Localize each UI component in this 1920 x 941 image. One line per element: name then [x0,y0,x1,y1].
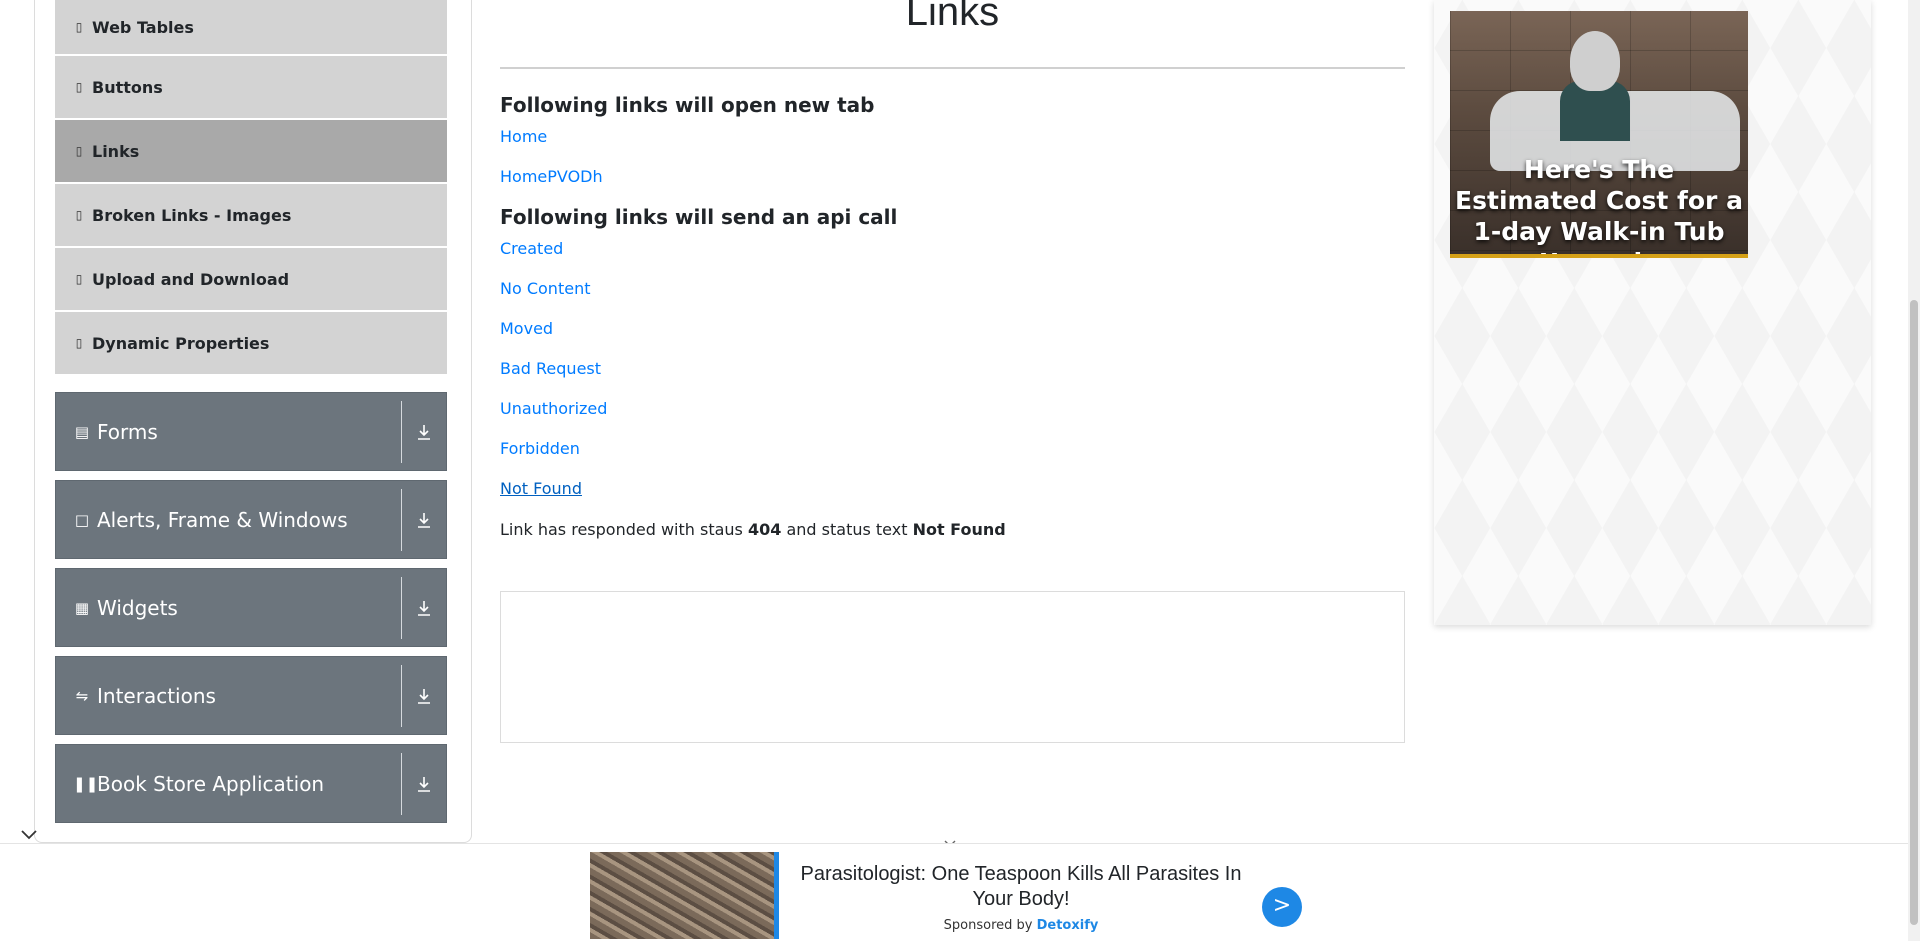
download-arrow-icon[interactable] [402,422,446,442]
api-call-heading: Following links will send an api call [500,205,898,229]
response-status-text: Not Found [912,520,1006,539]
page-icon: ▯ [75,336,83,350]
download-arrow-icon[interactable] [402,598,446,618]
menu-item-upload-download[interactable]: ▯ Upload and Download [55,248,447,310]
link-created[interactable]: Created [500,239,563,258]
books-icon: ❚❚ [73,774,99,793]
menu-item-broken-links[interactable]: ▯ Broken Links - Images [55,184,447,246]
divider [401,576,402,639]
download-arrow-icon[interactable] [402,774,446,794]
group-label: Forms [97,419,158,444]
window-icon: □ [74,510,90,529]
page-icon: ▯ [75,80,83,94]
link-moved[interactable]: Moved [500,319,553,338]
ad-image[interactable]: Here's The Estimated Cost for a 1-day Wa… [1450,11,1748,258]
elements-menu-list: ▯ Web Tables ▯ Buttons ▯ Links ▯ Broken … [55,0,447,376]
download-arrow-icon[interactable] [402,510,446,530]
widgets-icon: ▦ [74,598,90,617]
divider [401,400,402,463]
response-status-code: 404 [747,520,782,539]
divider [401,488,402,551]
bottom-ad[interactable]: Parasitologist: One Teaspoon Kills All P… [590,852,1302,941]
right-side-ad: Here's The Estimated Cost for a 1-day Wa… [1434,0,1871,625]
ad-placeholder-box [500,591,1405,743]
divider [401,664,402,727]
link-bad-request[interactable]: Bad Request [500,359,601,378]
group-label: Alerts, Frame & Windows [97,507,348,532]
link-no-content[interactable]: No Content [500,279,590,298]
response-prefix: Link has responded with staus [500,520,743,539]
menu-item-label: Buttons [92,77,163,97]
new-tab-heading: Following links will open new tab [500,93,875,117]
menu-item-dynamic-properties[interactable]: ▯ Dynamic Properties [55,312,447,374]
page-scrollbar[interactable] [1908,0,1920,941]
bottom-sticky-ad-bar: Parasitologist: One Teaspoon Kills All P… [0,843,1908,941]
sponsored-prefix: Sponsored by [943,918,1033,933]
sponsor-name[interactable]: Detoxify [1037,918,1099,933]
page-title: Links [905,0,1000,34]
page-icon: ▯ [75,208,83,222]
title-divider [500,67,1405,69]
bottom-ad-go-button[interactable]: > [1262,887,1302,927]
menu-item-label: Dynamic Properties [92,333,270,353]
ad-headline: Here's The Estimated Cost for a 1-day Wa… [1455,155,1743,254]
group-book-store-application[interactable]: ❚❚ Book Store Application [55,744,447,823]
scrollbar-thumb[interactable] [1910,300,1918,925]
interactions-icon: ⇋ [75,686,89,705]
menu-item-label: Upload and Download [92,269,290,289]
form-icon: ▤ [74,422,90,441]
chevron-down-icon[interactable] [18,824,40,844]
link-home[interactable]: Home [500,127,547,146]
group-label: Interactions [97,683,216,708]
link-response-message: Link has responded with staus 404 and st… [500,520,1006,539]
link-unauthorized[interactable]: Unauthorized [500,399,607,418]
link-not-found[interactable]: Not Found [500,479,582,498]
download-arrow-icon[interactable] [402,686,446,706]
group-alerts-frame-windows[interactable]: □ Alerts, Frame & Windows [55,480,447,559]
page-icon: ▯ [75,144,83,158]
page-icon: ▯ [75,20,83,34]
menu-item-label: Web Tables [92,17,194,37]
group-label: Book Store Application [97,771,325,796]
menu-item-buttons[interactable]: ▯ Buttons [55,56,447,118]
menu-item-web-tables[interactable]: ▯ Web Tables [55,0,447,54]
page-icon: ▯ [75,272,83,286]
link-home-dynamic[interactable]: HomePVODh [500,167,603,186]
group-label: Widgets [97,595,178,620]
bottom-ad-accent-stripe [774,852,779,939]
bottom-ad-image[interactable] [590,852,774,939]
response-middle: and status text [786,520,908,539]
bottom-ad-sponsor: Sponsored by Detoxify [786,918,1256,933]
ad-person-head [1570,31,1620,91]
menu-item-links[interactable]: ▯ Links [55,120,447,182]
bottom-ad-headline[interactable]: Parasitologist: One Teaspoon Kills All P… [786,862,1256,912]
link-forbidden[interactable]: Forbidden [500,439,580,458]
group-forms[interactable]: ▤ Forms [55,392,447,471]
group-widgets[interactable]: ▦ Widgets [55,568,447,647]
menu-item-label: Broken Links - Images [92,205,292,225]
group-interactions[interactable]: ⇋ Interactions [55,656,447,735]
divider [401,752,402,815]
menu-item-label: Links [92,141,140,161]
